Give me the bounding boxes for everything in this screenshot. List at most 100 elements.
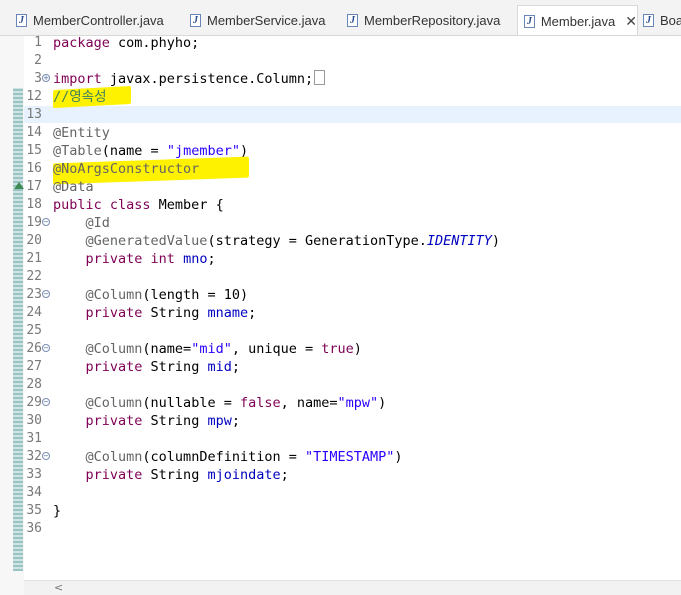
- code-token: ;: [207, 251, 216, 267]
- code-line: 26− @Column(name="mid", unique = true): [0, 340, 681, 358]
- code-token: (name=: [142, 341, 192, 357]
- code-token: @Id: [85, 215, 110, 231]
- code-line: 25: [0, 322, 681, 340]
- java-file-icon: J: [190, 13, 201, 27]
- code-token: ;: [280, 467, 289, 483]
- line-number: 21: [26, 251, 42, 266]
- code-text: }: [53, 502, 61, 520]
- line-number: 36: [26, 521, 42, 536]
- code-token: String: [142, 359, 208, 375]
- collapse-fold-icon[interactable]: −: [42, 218, 50, 226]
- tab-member-service[interactable]: J MemberService.java: [190, 6, 326, 34]
- line-number: 2: [34, 53, 42, 68]
- code-token: private int: [85, 251, 175, 267]
- code-token: import: [53, 71, 102, 87]
- code-token: public class: [53, 197, 151, 213]
- horizontal-scrollbar[interactable]: <: [24, 580, 681, 595]
- line-number: 18: [26, 197, 42, 212]
- code-line: 19− @Id: [0, 214, 681, 232]
- code-token: private: [85, 467, 143, 483]
- code-token: ): [394, 449, 403, 465]
- code-line: 3 + import javax.persistence.Column;: [0, 70, 681, 88]
- code-token: (length = 10): [142, 287, 249, 303]
- code-token: mjoindate: [207, 467, 281, 483]
- line-number: 13: [26, 107, 42, 122]
- line-number: 30: [26, 413, 42, 428]
- tab-label: Member.java: [540, 13, 616, 29]
- line-number: 14: [26, 125, 42, 140]
- code-line: 35}: [0, 502, 681, 520]
- code-editor[interactable]: 1 package com.phyho; 2 3 + import javax.persi…: [0, 34, 681, 595]
- code-token: "mid": [191, 341, 232, 357]
- tab-label: Boar: [660, 12, 681, 28]
- code-token: }: [53, 503, 62, 519]
- code-text: @Data: [53, 178, 94, 196]
- code-line: 29− @Column(nullable = false, name="mpw"…: [0, 394, 681, 412]
- tab-member[interactable]: J Member.java ✕: [517, 5, 638, 35]
- code-line: 32− @Column(columnDefinition = "TIMESTAM…: [0, 448, 681, 466]
- tab-board[interactable]: J Boar: [643, 6, 681, 34]
- code-line: 20 @GeneratedValue(strategy = Generation…: [0, 232, 681, 250]
- collapse-fold-icon[interactable]: −: [42, 290, 50, 298]
- line-number: 33: [26, 467, 42, 482]
- code-token: @Column: [85, 287, 143, 303]
- code-line: 31: [0, 430, 681, 448]
- java-file-icon: J: [347, 13, 358, 27]
- collapse-fold-icon[interactable]: −: [42, 398, 50, 406]
- code-token: mpw: [207, 413, 232, 429]
- line-number: 32: [26, 449, 42, 464]
- code-token: Member {: [150, 197, 224, 213]
- code-line: 34: [0, 484, 681, 502]
- collapsed-imports-icon[interactable]: [314, 70, 326, 85]
- code-line: 30 private String mpw;: [0, 412, 681, 430]
- tab-label: MemberService.java: [207, 12, 326, 28]
- collapse-fold-icon[interactable]: −: [42, 344, 50, 352]
- code-line: 33 private String mjoindate;: [0, 466, 681, 484]
- line-number: 35: [26, 503, 42, 518]
- code-token: @NoArgsConstructor: [53, 161, 200, 177]
- code-token: "mpw": [337, 395, 379, 411]
- code-token: @Column: [85, 395, 143, 411]
- code-token: (strategy = GenerationType.: [207, 233, 427, 249]
- code-token: ): [491, 233, 501, 249]
- line-number: 28: [26, 377, 42, 392]
- code-token: @Entity: [53, 125, 110, 141]
- code-line: 16 @NoArgsConstructor: [0, 160, 681, 178]
- collapse-fold-icon[interactable]: −: [42, 452, 50, 460]
- expand-fold-icon[interactable]: +: [42, 74, 50, 82]
- code-line: 22: [0, 268, 681, 286]
- code-token: com.phyho;: [109, 35, 200, 51]
- code-text: public class Member {: [53, 196, 224, 214]
- close-icon[interactable]: ✕: [625, 13, 637, 30]
- code-token: mid: [207, 359, 232, 375]
- code-token: String: [142, 305, 208, 321]
- code-token: private: [85, 359, 143, 375]
- code-line: 21 private int mno;: [0, 250, 681, 268]
- code-token: String: [142, 467, 208, 483]
- code-token: ): [239, 143, 249, 159]
- code-line: 24 private String mname;: [0, 304, 681, 322]
- code-line: 15 @Table(name = "jmember"): [0, 142, 681, 160]
- line-number: 16: [26, 161, 42, 176]
- line-number: 34: [26, 485, 42, 500]
- code-text: private String mname;: [53, 304, 257, 322]
- tab-member-repository[interactable]: J MemberRepository.java: [347, 6, 500, 34]
- line-number: 19: [26, 215, 42, 230]
- code-token: @Column: [85, 341, 143, 357]
- scroll-left-icon[interactable]: <: [54, 581, 63, 594]
- code-text: @Column(length = 10): [53, 286, 249, 304]
- code-line: 14 @Entity: [0, 124, 681, 142]
- code-text: @Column(nullable = false, name="mpw"): [53, 394, 387, 412]
- code-line: 2: [0, 52, 681, 70]
- code-token: @Table: [53, 143, 102, 159]
- code-token: javax.persistence.Column;: [101, 71, 314, 87]
- tab-member-controller[interactable]: J MemberController.java: [16, 6, 164, 34]
- code-text: @GeneratedValue(strategy = GenerationTyp…: [53, 232, 501, 250]
- code-line: 1 package com.phyho;: [0, 34, 681, 52]
